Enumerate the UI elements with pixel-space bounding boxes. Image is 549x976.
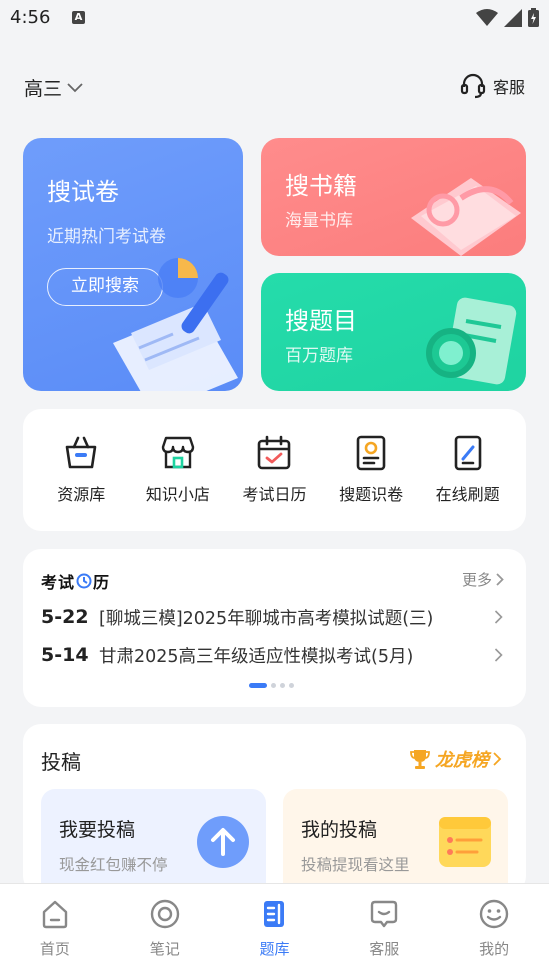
tools-panel: 资源库 知识小店 考试日历 搜题识卷 在线刷题 bbox=[23, 409, 526, 531]
tool-label: 考试日历 bbox=[242, 485, 307, 504]
chevron-right-icon bbox=[494, 648, 503, 662]
notification-badge-icon: A bbox=[72, 11, 85, 24]
shop-icon bbox=[161, 436, 195, 469]
magnifier-illustration-icon bbox=[426, 297, 517, 385]
tool-label: 搜题识卷 bbox=[339, 485, 404, 504]
status-time: 4:56 bbox=[10, 7, 51, 28]
customer-service-label: 客服 bbox=[492, 78, 525, 97]
books-illustration-icon bbox=[411, 178, 521, 256]
status-icons bbox=[476, 8, 539, 27]
tab-home[interactable]: 首页 bbox=[0, 884, 110, 976]
wifi-icon bbox=[476, 8, 498, 26]
scan-doc-icon bbox=[356, 435, 386, 471]
exam-row[interactable]: 5-22 [聊城三模]2025年聊城市高考模拟试题(三) bbox=[41, 603, 504, 631]
chevron-right-icon bbox=[496, 573, 504, 586]
tool-exam-calendar[interactable]: 考试日历 bbox=[227, 433, 321, 531]
tool-search-scan[interactable]: 搜题识卷 bbox=[324, 433, 418, 531]
question-bank-icon bbox=[264, 901, 285, 927]
exam-paper-illustration-icon bbox=[113, 258, 238, 391]
tab-question-bank[interactable]: 题库 bbox=[220, 884, 330, 976]
header: 高三 客服 bbox=[0, 60, 549, 110]
logo-text-right: 历 bbox=[93, 573, 111, 592]
submit-title: 我要投稿 bbox=[59, 819, 136, 841]
exam-calendar-logo: 考试 历 bbox=[41, 569, 110, 593]
tool-label: 知识小店 bbox=[145, 485, 210, 504]
status-bar: 4:56 A bbox=[0, 0, 549, 40]
tab-notes[interactable]: 笔记 bbox=[110, 884, 220, 976]
search-books-subtitle: 海量书库 bbox=[285, 211, 353, 231]
note-list-icon bbox=[439, 817, 491, 867]
tab-label: 题库 bbox=[259, 940, 290, 958]
search-papers-card[interactable]: 搜试卷 近期热门考试卷 立即搜索 bbox=[23, 138, 243, 391]
chat-icon bbox=[371, 900, 398, 928]
carousel-indicator bbox=[249, 683, 294, 688]
search-questions-card[interactable]: 搜题目 百万题库 bbox=[261, 273, 526, 391]
grade-label: 高三 bbox=[24, 78, 63, 100]
customer-service-button[interactable]: 客服 bbox=[459, 72, 525, 100]
search-books-card[interactable]: 搜书籍 海量书库 bbox=[261, 138, 526, 256]
exam-date: 5-14 bbox=[41, 644, 89, 666]
tool-online-practice[interactable]: 在线刷题 bbox=[421, 433, 515, 531]
search-books-title: 搜书籍 bbox=[285, 172, 357, 200]
carousel-dot bbox=[271, 683, 276, 688]
signal-icon bbox=[504, 8, 522, 27]
carousel-dot-active bbox=[249, 683, 267, 688]
calendar-more-link[interactable]: 更多 bbox=[462, 569, 504, 590]
home-icon bbox=[42, 900, 68, 929]
grade-selector[interactable]: 高三 bbox=[24, 74, 84, 101]
upload-arrow-icon bbox=[197, 816, 249, 868]
my-contributions-desc: 投稿提现看这里 bbox=[301, 856, 410, 874]
trophy-icon bbox=[410, 750, 430, 769]
contribute-card: 投稿 龙虎榜 我要投稿 现金红包赚不停 我的投稿 投稿提现看这里 bbox=[23, 724, 526, 894]
tab-label: 客服 bbox=[369, 940, 400, 958]
headset-icon bbox=[460, 73, 486, 99]
tool-label: 资源库 bbox=[57, 485, 106, 504]
chevron-down-icon bbox=[67, 82, 83, 92]
tablet-pen-icon bbox=[454, 435, 481, 471]
exam-row[interactable]: 5-14 甘肃2025高三年级适应性模拟考试(5月) bbox=[41, 641, 504, 669]
battery-icon bbox=[528, 8, 539, 27]
exam-date: 5-22 bbox=[41, 606, 89, 628]
carousel-dot bbox=[280, 683, 285, 688]
submit-desc: 现金红包赚不停 bbox=[59, 856, 168, 874]
tab-customer-service[interactable]: 客服 bbox=[329, 884, 439, 976]
more-label: 更多 bbox=[461, 571, 492, 589]
exam-title: 甘肃2025高三年级适应性模拟考试(5月) bbox=[99, 646, 414, 667]
leaderboard-link[interactable]: 龙虎榜 bbox=[409, 746, 502, 772]
tool-resource-library[interactable]: 资源库 bbox=[34, 433, 128, 531]
chevron-right-icon bbox=[494, 610, 503, 624]
carousel-dot bbox=[289, 683, 294, 688]
clock-icon bbox=[76, 573, 92, 589]
basket-icon bbox=[65, 436, 97, 469]
my-contributions-card[interactable]: 我的投稿 投稿提现看这里 bbox=[283, 789, 508, 894]
my-contributions-title: 我的投稿 bbox=[301, 819, 378, 841]
logo-text-left: 考试 bbox=[41, 573, 76, 592]
exam-calendar-card: 考试 历 更多 5-22 [聊城三模]2025年聊城市高考模拟试题(三) 5-1… bbox=[23, 549, 526, 707]
tab-label: 首页 bbox=[39, 940, 70, 958]
search-papers-title: 搜试卷 bbox=[47, 178, 119, 206]
tab-label: 笔记 bbox=[149, 940, 180, 958]
contribute-title: 投稿 bbox=[41, 750, 81, 774]
bottom-tab-bar: 首页 笔记 题库 客服 我的 bbox=[0, 883, 549, 976]
search-papers-subtitle: 近期热门考试卷 bbox=[47, 227, 166, 247]
leaderboard-label: 龙虎榜 bbox=[435, 750, 489, 771]
calendar-icon bbox=[258, 435, 291, 470]
tool-label: 在线刷题 bbox=[435, 485, 500, 504]
tab-label: 我的 bbox=[479, 940, 510, 958]
notes-icon bbox=[150, 899, 179, 929]
exam-title: [聊城三模]2025年聊城市高考模拟试题(三) bbox=[99, 608, 434, 629]
tab-profile[interactable]: 我的 bbox=[439, 884, 549, 976]
search-questions-title: 搜题目 bbox=[285, 307, 357, 335]
tool-knowledge-shop[interactable]: 知识小店 bbox=[131, 433, 225, 531]
search-questions-subtitle: 百万题库 bbox=[285, 346, 353, 366]
smile-icon bbox=[479, 899, 509, 929]
submit-contribution-card[interactable]: 我要投稿 现金红包赚不停 bbox=[41, 789, 266, 894]
chevron-right-icon bbox=[493, 752, 502, 766]
